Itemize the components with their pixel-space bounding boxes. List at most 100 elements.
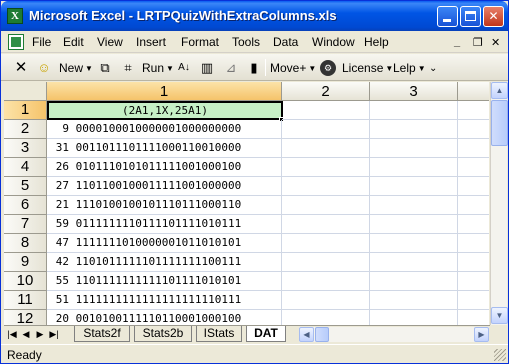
empty-cell[interactable]: [282, 101, 370, 120]
scroll-right-button[interactable]: ▶: [474, 327, 489, 342]
menu-view[interactable]: View: [97, 35, 123, 49]
resize-grip-icon[interactable]: [494, 349, 506, 361]
new-button[interactable]: New ▼: [59, 59, 93, 77]
data-cell[interactable]: 59 0111111110111101111010111: [47, 215, 282, 234]
empty-cell[interactable]: [282, 215, 370, 234]
horizontal-scroll-thumb[interactable]: [315, 327, 329, 342]
empty-cell[interactable]: [282, 177, 370, 196]
empty-cell[interactable]: [370, 215, 458, 234]
scroll-up-button[interactable]: ▲: [491, 82, 508, 99]
spreadsheet-grid[interactable]: 1 2 3 1 (2A1,1X,25A1) 2 9 00001000100000010…: [4, 82, 489, 325]
data-cell[interactable]: 21 1110100100101110111000110: [47, 196, 282, 215]
doc-close-icon[interactable]: ✕: [491, 36, 500, 49]
license-menu[interactable]: License ▼: [342, 59, 393, 77]
sheet-tab-istats[interactable]: IStats: [196, 326, 242, 342]
column-header-1[interactable]: 1: [47, 82, 282, 101]
empty-cell[interactable]: [370, 234, 458, 253]
run-button[interactable]: Run ▼: [142, 59, 174, 77]
row-header[interactable]: 1: [4, 101, 47, 120]
first-sheet-icon[interactable]: |◀: [6, 328, 18, 341]
data-cell[interactable]: 51 1111111111111111111110111: [47, 291, 282, 310]
scroll-down-button[interactable]: ▼: [491, 307, 508, 324]
line-chart-button[interactable]: ⊿: [223, 59, 241, 77]
data-cell[interactable]: 31 0011011101111000110010000: [47, 139, 282, 158]
empty-cell[interactable]: [370, 196, 458, 215]
empty-cell[interactable]: [458, 291, 489, 310]
maximize-button[interactable]: [460, 6, 481, 27]
menu-format[interactable]: Format: [181, 35, 219, 49]
close-button[interactable]: ✕: [483, 6, 504, 27]
vertical-scroll-thumb[interactable]: [491, 100, 508, 146]
empty-cell[interactable]: [458, 310, 489, 325]
row-header[interactable]: 2: [4, 120, 47, 139]
empty-cell[interactable]: [370, 253, 458, 272]
last-sheet-icon[interactable]: ▶|: [48, 328, 60, 341]
minimize-button[interactable]: [437, 6, 458, 27]
cut-tool-button[interactable]: ✕: [13, 59, 31, 77]
row-header[interactable]: 5: [4, 177, 47, 196]
empty-cell[interactable]: [370, 158, 458, 177]
empty-cell[interactable]: [458, 196, 489, 215]
menu-insert[interactable]: Insert: [136, 35, 166, 49]
row-header[interactable]: 11: [4, 291, 47, 310]
empty-cell[interactable]: [458, 120, 489, 139]
empty-cell[interactable]: [370, 177, 458, 196]
row-header[interactable]: 4: [4, 158, 47, 177]
row-header[interactable]: 12: [4, 310, 47, 325]
menu-edit[interactable]: Edit: [63, 35, 84, 49]
data-cell[interactable]: 27 1101100100011111001000000: [47, 177, 282, 196]
doc-restore-icon[interactable]: ❐: [473, 36, 483, 49]
move-button[interactable]: Move+ ▼: [270, 59, 316, 77]
sheet-tab-stats2f[interactable]: Stats2f: [74, 326, 130, 342]
horizontal-scrollbar[interactable]: ◀ ▶: [299, 327, 489, 342]
doc-minimize-icon[interactable]: _: [454, 36, 460, 48]
empty-cell[interactable]: [458, 272, 489, 291]
row-header[interactable]: 8: [4, 234, 47, 253]
empty-cell[interactable]: [370, 272, 458, 291]
empty-cell[interactable]: [282, 196, 370, 215]
data-cell[interactable]: 9 0000100010000001000000000: [47, 120, 282, 139]
chart-button[interactable]: ▥: [199, 59, 217, 77]
empty-cell[interactable]: [458, 215, 489, 234]
empty-cell[interactable]: [282, 253, 370, 272]
menu-window[interactable]: Window: [312, 35, 355, 49]
row-header[interactable]: 9: [4, 253, 47, 272]
excel-app-icon[interactable]: X: [7, 8, 23, 24]
empty-cell[interactable]: [282, 234, 370, 253]
vertical-scrollbar[interactable]: ▲ ▼: [490, 82, 508, 325]
next-sheet-icon[interactable]: ▶: [34, 328, 46, 341]
menu-file[interactable]: File: [32, 35, 51, 49]
license-icon-button[interactable]: ⚙: [320, 59, 338, 77]
empty-cell[interactable]: [458, 177, 489, 196]
data-cell[interactable]: 20 0010100111110110001000100: [47, 310, 282, 325]
empty-cell[interactable]: [370, 101, 458, 120]
select-all-corner[interactable]: [4, 82, 47, 101]
scroll-left-button[interactable]: ◀: [299, 327, 314, 342]
empty-cell[interactable]: [458, 234, 489, 253]
sheet-tab-dat[interactable]: DAT: [246, 326, 286, 342]
prev-sheet-icon[interactable]: ◀: [20, 328, 32, 341]
empty-cell[interactable]: [458, 139, 489, 158]
empty-cell[interactable]: [370, 139, 458, 158]
empty-cell[interactable]: [370, 310, 458, 325]
row-header[interactable]: 6: [4, 196, 47, 215]
data-cell[interactable]: 42 1101011111101111111100111: [47, 253, 282, 272]
sheet-tab-stats2b[interactable]: Stats2b: [134, 326, 192, 342]
empty-cell[interactable]: [282, 158, 370, 177]
column-header-2[interactable]: 2: [282, 82, 370, 101]
selected-cell[interactable]: (2A1,1X,25A1): [47, 101, 283, 120]
toolbar-options-button[interactable]: ⌄: [429, 59, 437, 77]
column-header-3[interactable]: 3: [370, 82, 458, 101]
workbook-icon[interactable]: [8, 34, 24, 50]
row-header[interactable]: 7: [4, 215, 47, 234]
row-header[interactable]: 10: [4, 272, 47, 291]
smiley-tool-button[interactable]: ☺: [36, 59, 54, 77]
empty-cell[interactable]: [458, 253, 489, 272]
column-header-4[interactable]: [458, 82, 489, 101]
empty-cell[interactable]: [370, 291, 458, 310]
lelp-menu[interactable]: Lelp ▼: [393, 59, 426, 77]
data-cell[interactable]: 55 1101111111111101111010101: [47, 272, 282, 291]
empty-cell[interactable]: [458, 158, 489, 177]
copy-format-button[interactable]: ⧉: [97, 59, 115, 77]
sort-button[interactable]: A↓: [176, 59, 194, 77]
